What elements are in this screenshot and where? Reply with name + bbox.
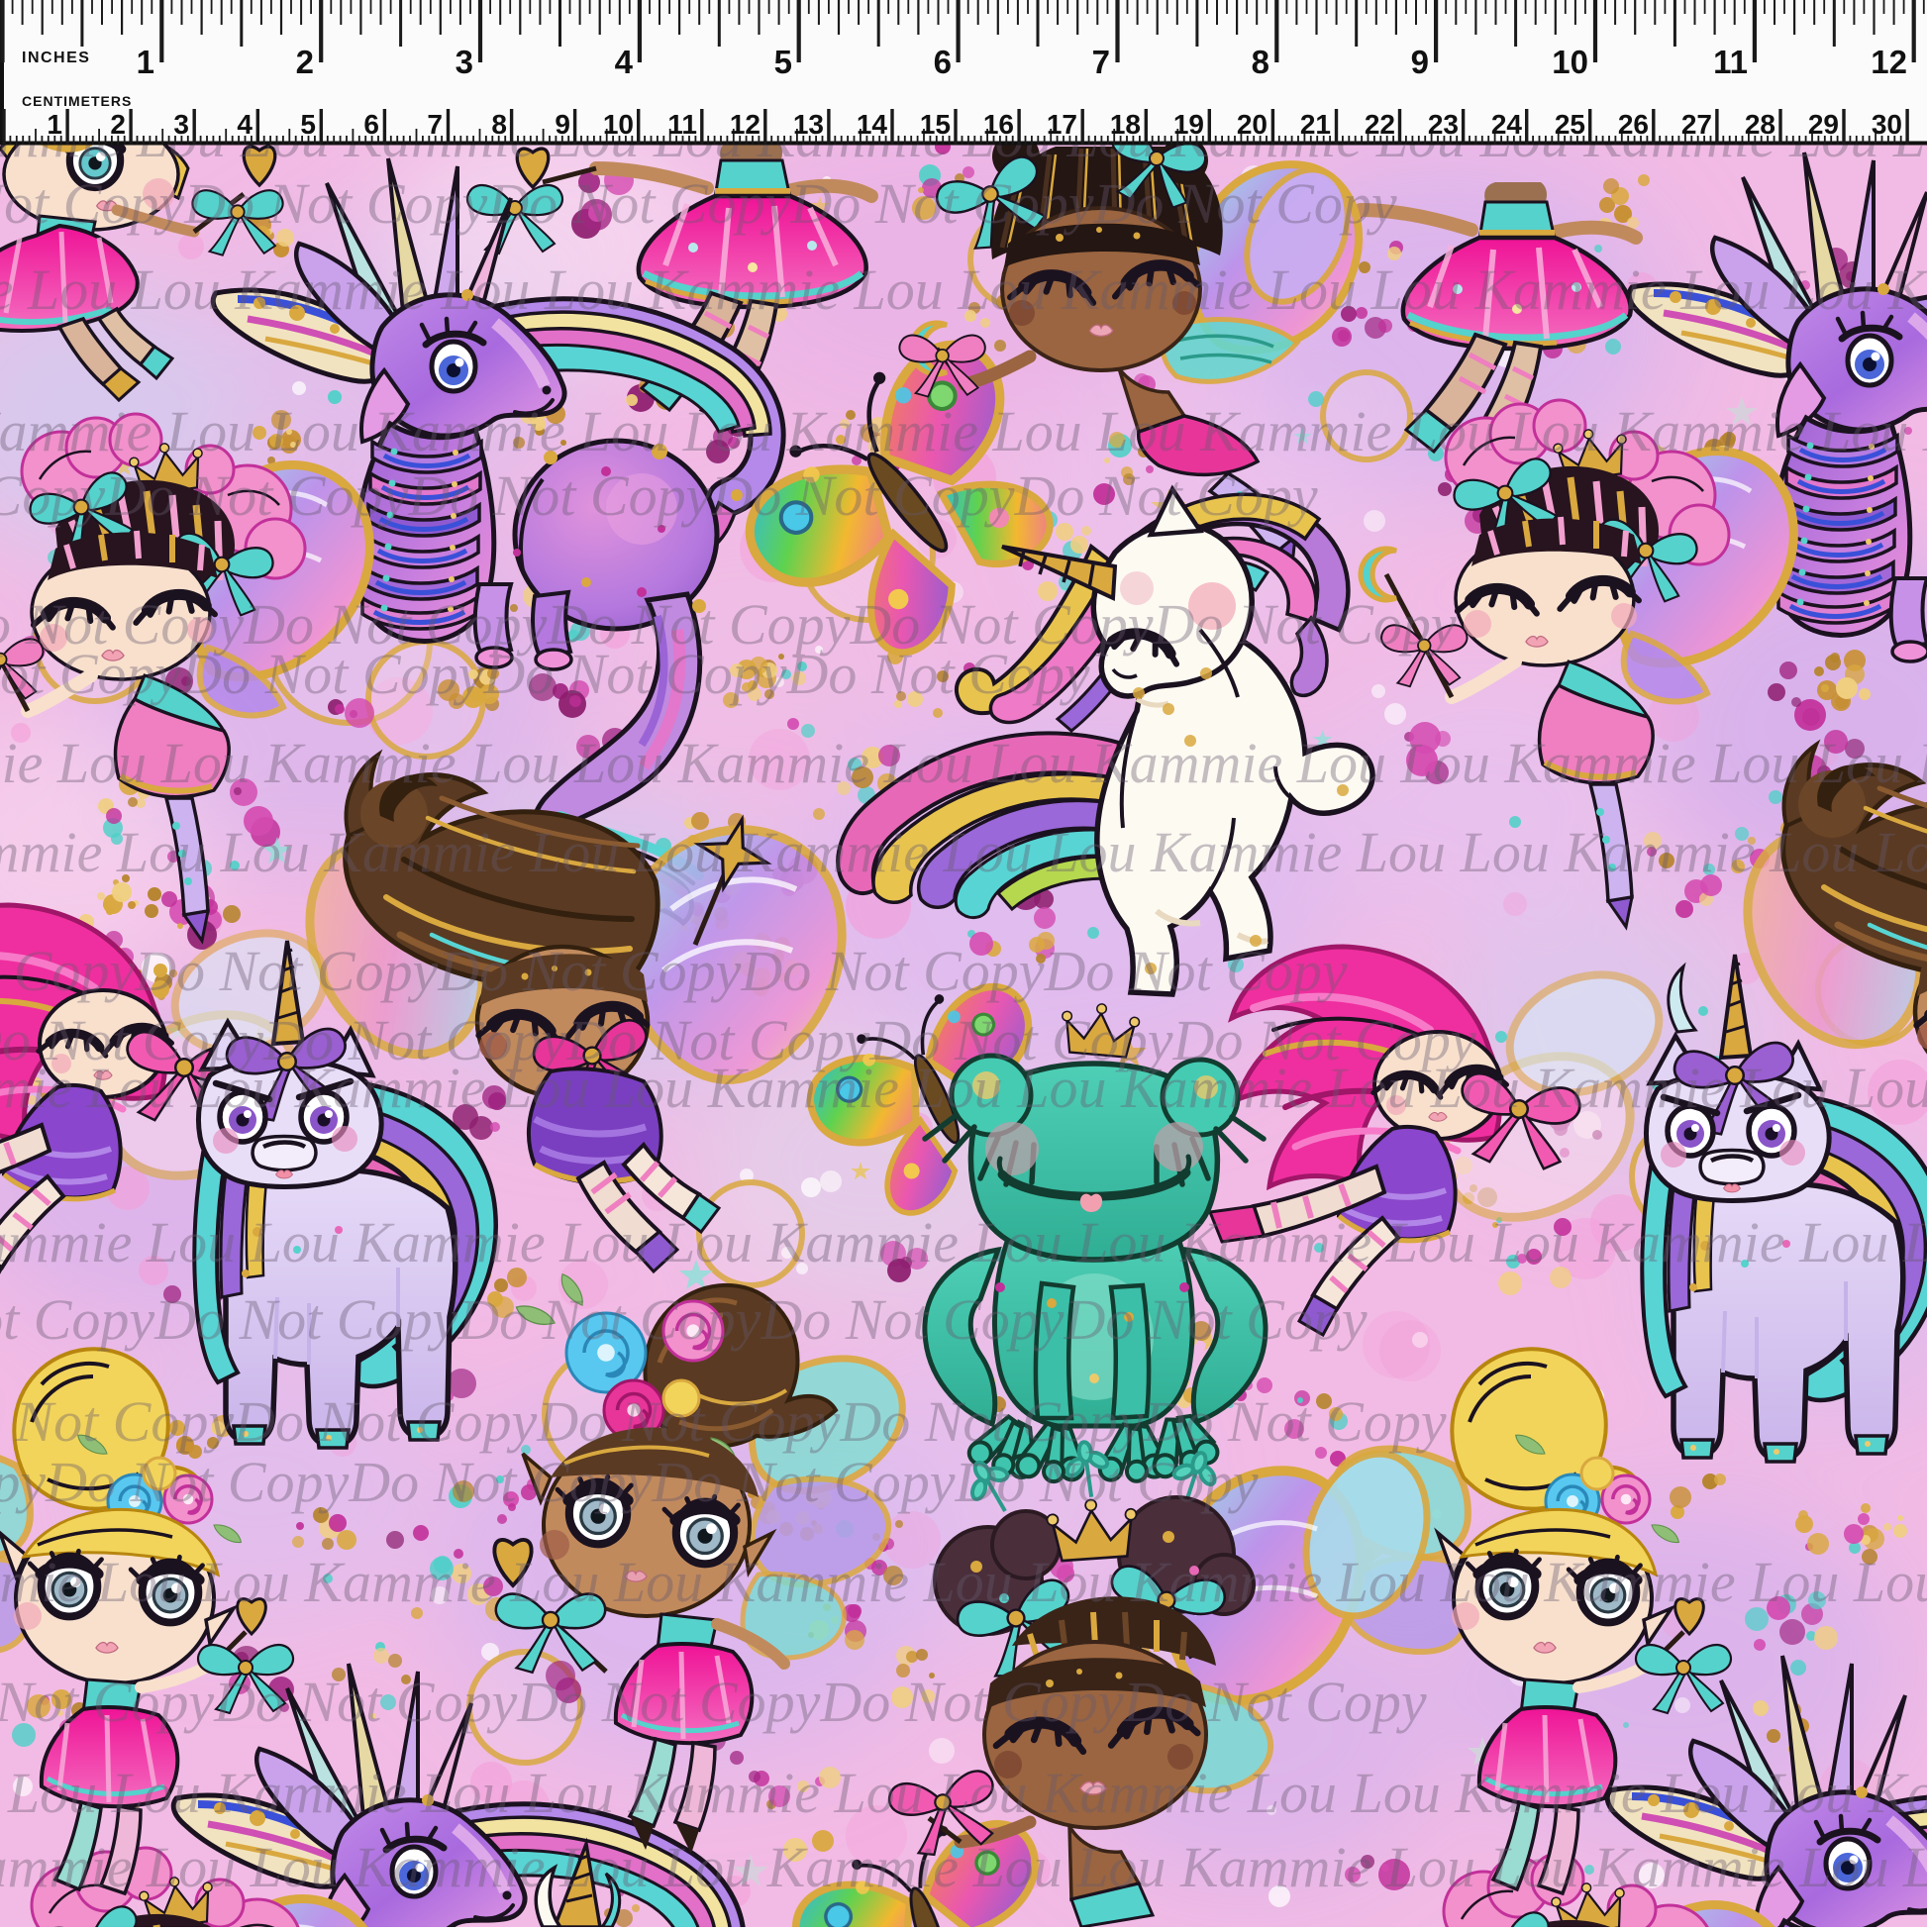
svg-text:INCHES: INCHES xyxy=(22,50,90,66)
svg-text:11: 11 xyxy=(667,109,697,140)
svg-text:6: 6 xyxy=(363,109,379,140)
svg-text:20: 20 xyxy=(1237,109,1268,140)
svg-text:4: 4 xyxy=(615,44,634,80)
svg-text:Kammie Lou Lou Kammie Lou Lou: Kammie Lou Lou Kammie Lou Lou Kammie Lou… xyxy=(0,1550,1927,1614)
svg-text:18: 18 xyxy=(1110,109,1141,140)
svg-text:17: 17 xyxy=(1047,109,1077,140)
svg-text:19: 19 xyxy=(1173,109,1204,140)
svg-text:Do Not CopyDo Not CopyDo Not C: Do Not CopyDo Not CopyDo Not CopyDo Not … xyxy=(0,171,1397,236)
svg-text:3: 3 xyxy=(173,109,189,140)
svg-text:29: 29 xyxy=(1808,109,1839,140)
svg-text:2: 2 xyxy=(296,44,314,80)
svg-text:13: 13 xyxy=(793,109,824,140)
svg-text:5: 5 xyxy=(774,44,792,80)
svg-text:Do Not CopyDo Not CopyDo Not C: Do Not CopyDo Not CopyDo Not CopyDo Not … xyxy=(0,1450,1259,1514)
svg-text:6: 6 xyxy=(934,44,952,80)
svg-text:Kammie Lou Lou Kammie Lou Lou: Kammie Lou Lou Kammie Lou Lou Kammie Lou… xyxy=(0,1210,1927,1274)
svg-text:26: 26 xyxy=(1618,109,1649,140)
svg-text:15: 15 xyxy=(920,109,951,140)
svg-text:10: 10 xyxy=(1552,44,1588,80)
svg-text:CENTIMETERS: CENTIMETERS xyxy=(22,93,132,109)
svg-text:25: 25 xyxy=(1555,109,1585,140)
svg-text:Kammie Lou Lou Kammie Lou Lou: Kammie Lou Lou Kammie Lou Lou Kammie Lou… xyxy=(0,820,1927,884)
svg-text:Kammie Lou Lou Kammie Lou Lou: Kammie Lou Lou Kammie Lou Lou Kammie Lou… xyxy=(0,731,1927,795)
svg-text:Do Not CopyDo Not CopyDo Not C: Do Not CopyDo Not CopyDo Not CopyDo Not … xyxy=(0,939,1348,1003)
svg-text:Do Not CopyDo Not CopyDo Not C: Do Not CopyDo Not CopyDo Not CopyDo Not … xyxy=(0,1389,1447,1454)
svg-text:4: 4 xyxy=(237,109,253,140)
svg-text:Do Not CopyDo Not CopyDo Not C: Do Not CopyDo Not CopyDo Not CopyDo Not … xyxy=(0,463,1318,528)
svg-text:1: 1 xyxy=(137,44,154,80)
svg-text:Kammie Lou Lou Kammie Lou Lou: Kammie Lou Lou Kammie Lou Lou Kammie Lou… xyxy=(0,1835,1927,1899)
svg-text:8: 8 xyxy=(1252,44,1269,80)
svg-text:24: 24 xyxy=(1491,109,1523,140)
svg-text:2: 2 xyxy=(110,109,126,140)
svg-text:27: 27 xyxy=(1681,109,1712,140)
svg-text:23: 23 xyxy=(1428,109,1459,140)
svg-text:Kammie Lou Lou Kammie Lou Lou: Kammie Lou Lou Kammie Lou Lou Kammie Lou… xyxy=(0,257,1927,322)
svg-text:21: 21 xyxy=(1300,109,1331,140)
svg-text:11: 11 xyxy=(1713,44,1748,80)
svg-text:Kammie Lou Lou Kammie Lou Lou: Kammie Lou Lou Kammie Lou Lou Kammie Lou… xyxy=(0,1761,1927,1825)
svg-text:Do Not CopyDo Not CopyDo Not C: Do Not CopyDo Not CopyDo Not CopyDo Not … xyxy=(0,1287,1368,1352)
svg-text:12: 12 xyxy=(730,109,761,140)
svg-text:1: 1 xyxy=(47,109,62,140)
svg-text:9: 9 xyxy=(555,109,570,140)
svg-text:9: 9 xyxy=(1411,44,1429,80)
svg-text:16: 16 xyxy=(983,109,1014,140)
svg-text:12: 12 xyxy=(1871,44,1907,80)
svg-text:Do Not CopyDo Not CopyDo Not C: Do Not CopyDo Not CopyDo Not CopyDo Not … xyxy=(0,1670,1427,1734)
svg-text:22: 22 xyxy=(1365,109,1395,140)
svg-text:7: 7 xyxy=(1092,44,1110,80)
svg-text:8: 8 xyxy=(491,109,507,140)
svg-text:5: 5 xyxy=(300,109,316,140)
svg-text:28: 28 xyxy=(1745,109,1775,140)
svg-text:14: 14 xyxy=(857,109,888,140)
svg-text:Kammie Lou Lou Kammie Lou Lou: Kammie Lou Lou Kammie Lou Lou Kammie Lou… xyxy=(0,1056,1927,1120)
svg-text:10: 10 xyxy=(603,109,634,140)
svg-text:30: 30 xyxy=(1872,109,1902,140)
svg-text:7: 7 xyxy=(427,109,443,140)
svg-text:Do Not CopyDo Not CopyDo Not C: Do Not CopyDo Not CopyDo Not CopyDo Not … xyxy=(0,642,1090,706)
svg-text:3: 3 xyxy=(456,44,473,80)
svg-text:Kammie Lou Lou Kammie Lou Lou: Kammie Lou Lou Kammie Lou Lou Kammie Lou… xyxy=(0,399,1927,463)
